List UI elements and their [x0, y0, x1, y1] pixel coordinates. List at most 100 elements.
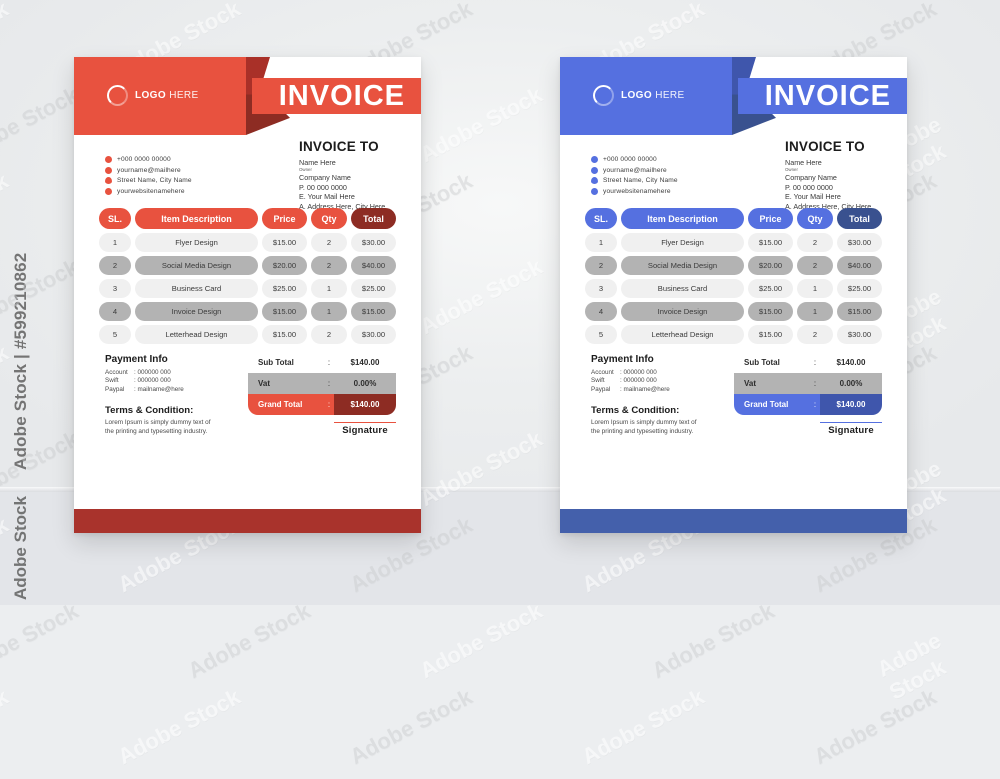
envelope-icon	[591, 166, 598, 174]
cell-total: $30.00	[351, 233, 396, 252]
subtotal-colon: :	[813, 358, 817, 367]
cell-desc: Invoice Design	[621, 302, 744, 321]
cell-sl: 2	[99, 256, 131, 275]
payment-value: : 000000 000	[620, 369, 657, 376]
envelope-icon	[105, 166, 112, 174]
cell-total: $15.00	[351, 302, 396, 321]
table-row[interactable]: 4 Invoice Design $15.00 1 $15.00	[585, 302, 882, 321]
footer-bar	[560, 509, 907, 533]
vat-value: 0.00%	[839, 379, 863, 388]
cell-qty: 1	[797, 302, 833, 321]
payment-key: Account	[105, 369, 128, 376]
logo-ring-icon	[593, 85, 614, 106]
contact-row: Street Name, City Name	[591, 177, 678, 184]
contact-row: yourwebsitenamehere	[591, 187, 678, 195]
logo[interactable]: LOGO HERE	[593, 85, 685, 106]
watermark-tile: Adobe Stock	[577, 683, 709, 770]
invoice-sheet-blue: LOGO HERE INVOICE +000 0000 00000 yournam…	[560, 57, 907, 533]
cell-desc: Flyer Design	[135, 233, 258, 252]
phone-icon	[591, 156, 598, 163]
cell-desc: Social Media Design	[621, 256, 744, 275]
table-row[interactable]: 2 Social Media Design $20.00 2 $40.00	[585, 256, 882, 275]
cell-total: $40.00	[351, 256, 396, 275]
logo[interactable]: LOGO HERE	[107, 85, 199, 106]
signature-line	[820, 422, 882, 424]
cell-sl: 5	[585, 325, 617, 344]
table-row[interactable]: 5 Letterhead Design $15.00 2 $30.00	[585, 325, 882, 344]
invoice-to-company: Company Name	[785, 173, 837, 183]
subtotal-label: Sub Total	[744, 358, 780, 367]
cell-sl: 1	[585, 233, 617, 252]
cell-total: $40.00	[837, 256, 882, 275]
table-row[interactable]: 4 Invoice Design $15.00 1 $15.00	[99, 302, 396, 321]
cell-qty: 2	[797, 233, 833, 252]
cell-price: $20.00	[262, 256, 307, 275]
contact-row: yourname@mailhere	[105, 166, 192, 174]
cell-price: $15.00	[262, 325, 307, 344]
invoice-to-company: Company Name	[299, 173, 351, 183]
grand-total-colon: :	[813, 400, 817, 409]
watermark-tile: Adobe Stock	[0, 597, 83, 684]
watermark-tile: Adobe Stock	[809, 683, 941, 770]
header-ribbon: LOGO HERE INVOICE	[560, 57, 907, 135]
invoice-to-heading: INVOICE TO	[299, 139, 379, 154]
invoice-to-name: Name Here	[299, 158, 336, 167]
cell-qty: 2	[311, 325, 347, 344]
signature-block: Signature	[334, 422, 396, 436]
contact-row: +000 0000 00000	[105, 156, 192, 163]
table-header-0: SL.	[99, 208, 131, 229]
cell-qty: 1	[797, 279, 833, 298]
table-header-0: SL.	[585, 208, 617, 229]
table-row[interactable]: 3 Business Card $25.00 1 $25.00	[585, 279, 882, 298]
table-row[interactable]: 1 Flyer Design $15.00 2 $30.00	[585, 233, 882, 252]
watermark-tile: Adobe Stock	[647, 597, 779, 684]
watermark-tile: Adobe Stock	[183, 597, 315, 684]
payment-key: Paypal	[591, 385, 611, 393]
vat-colon: :	[327, 379, 331, 388]
cell-sl: 3	[99, 279, 131, 298]
payment-value: : 000000 000	[134, 377, 171, 385]
cell-desc: Business Card	[621, 279, 744, 298]
contact-and-billto: +000 0000 00000 yourname@mailhere Street N…	[560, 135, 907, 211]
contact-and-billto: +000 0000 00000 yourname@mailhere Street N…	[74, 135, 421, 211]
invoice-title: INVOICE	[278, 80, 405, 112]
cell-price: $25.00	[748, 279, 793, 298]
grand-total-row: Grand Total : $140.00	[734, 394, 882, 415]
watermark-tile: Adobe Stock	[415, 597, 547, 684]
contact-text: +000 0000 00000	[603, 156, 657, 163]
contact-list: +000 0000 00000 yourname@mailhere Street N…	[591, 156, 678, 198]
table-row[interactable]: 1 Flyer Design $15.00 2 $30.00	[99, 233, 396, 252]
cell-sl: 4	[99, 302, 131, 321]
invoice-to-email: E. Your Mail Here	[299, 192, 355, 202]
table-row[interactable]: 2 Social Media Design $20.00 2 $40.00	[99, 256, 396, 275]
table-header-row: SL. Item Description Price Qty Total	[99, 208, 396, 229]
cell-sl: 2	[585, 256, 617, 275]
cell-sl: 3	[585, 279, 617, 298]
logo-text-bold: LOGO	[621, 90, 653, 101]
cell-price: $20.00	[748, 256, 793, 275]
cell-total: $30.00	[837, 233, 882, 252]
cell-total: $30.00	[351, 325, 396, 344]
invoice-to-block: INVOICE TO Name Here Owner Company Name …	[785, 139, 871, 211]
contact-text: Street Name, City Name	[603, 177, 678, 184]
cell-sl: 5	[99, 325, 131, 344]
invoice-to-heading: INVOICE TO	[785, 139, 865, 154]
payment-value: : mailname@here	[620, 385, 670, 393]
watermark-tile: Adobe Stock	[345, 683, 477, 770]
table-row[interactable]: 3 Business Card $25.00 1 $25.00	[99, 279, 396, 298]
cell-desc: Letterhead Design	[135, 325, 258, 344]
vat-label: Vat	[744, 379, 757, 388]
watermark-tile: Adobe Stock	[0, 683, 13, 769]
contact-text: +000 0000 00000	[117, 156, 171, 163]
vat-label: Vat	[258, 379, 271, 388]
location-pin-icon	[591, 177, 598, 184]
location-pin-icon	[105, 177, 112, 184]
grand-total-label: Grand Total	[258, 400, 303, 409]
cell-qty: 1	[311, 279, 347, 298]
contact-text: Street Name, City Name	[117, 177, 192, 184]
grand-total-value: $140.00	[836, 400, 866, 409]
contact-row: Street Name, City Name	[105, 177, 192, 184]
cell-total: $25.00	[351, 279, 396, 298]
signature-line	[334, 422, 396, 424]
table-row[interactable]: 5 Letterhead Design $15.00 2 $30.00	[99, 325, 396, 344]
